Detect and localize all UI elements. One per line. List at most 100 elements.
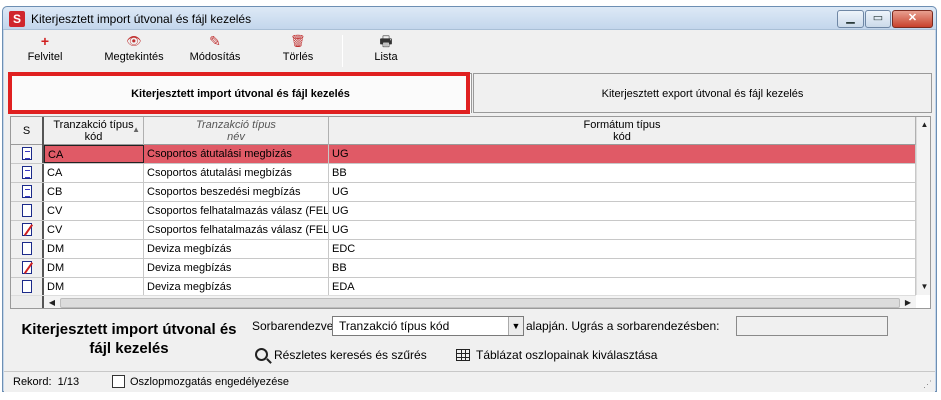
record-counter: Rekord: 1/13 (13, 376, 79, 388)
format-cell: EDC (329, 240, 916, 258)
format-cell: BB (329, 164, 916, 182)
column-header-kod-line2: kód (84, 131, 103, 143)
format-cell: UG (329, 183, 916, 201)
tab-export[interactable]: Kiterjesztett export útvonal és fájl kez… (473, 73, 932, 113)
table-row[interactable]: DM Deviza megbízás BB (11, 259, 916, 278)
scroll-left-icon[interactable]: ◀ (45, 296, 59, 308)
tab-bar: Kiterjesztett import útvonal és fájl kez… (6, 72, 934, 114)
row-status-cell (11, 221, 44, 239)
table-row[interactable]: CA Csoportos átutalási megbízás UG (11, 145, 916, 164)
resize-grip-icon[interactable]: ⋰ (923, 379, 932, 390)
nev-cell: Deviza megbízás (144, 278, 329, 296)
nev-cell: Deviza megbízás (144, 240, 329, 258)
window-title: Kiterjesztett import útvonal és fájl kez… (31, 12, 252, 26)
kod-cell: CV (44, 202, 144, 220)
minimize-button[interactable]: ▁ (837, 10, 864, 28)
scroll-up-icon[interactable]: ▲ (917, 117, 930, 132)
maximize-button[interactable]: ▭ (865, 10, 891, 28)
document-icon (21, 280, 32, 293)
kod-cell: CV (44, 221, 144, 239)
nev-cell: Csoportos felhatalmazás válasz (FELH (144, 202, 329, 220)
kod-cell: DM (44, 240, 144, 258)
nev-cell: Deviza megbízás (144, 259, 329, 277)
scroll-thumb[interactable] (60, 298, 900, 308)
table-row[interactable]: CB Csoportos beszedési megbízás UG (11, 183, 916, 202)
document-lines-icon (21, 147, 32, 160)
printer-icon: 🖶 (379, 33, 393, 49)
format-cell: BB (329, 259, 916, 277)
grid-header: S Tranzakció típus kód ▲ Tranzakció típu… (11, 117, 916, 145)
row-status-cell (11, 145, 44, 163)
record-label: Rekord: (13, 376, 52, 388)
tab-import[interactable]: Kiterjesztett import útvonal és fájl kez… (9, 73, 472, 113)
app-window: S Kiterjesztett import útvonal és fájl k… (2, 6, 937, 392)
scroll-down-icon[interactable]: ▼ (917, 279, 930, 294)
close-button[interactable]: ✕ (892, 10, 933, 28)
megtekintes-label: Megtekintés (104, 51, 164, 63)
detailed-search-label: Részletes keresés és szűrés (274, 348, 427, 362)
status-bar: Rekord: 1/13 Oszlopmozgatás engedélyezés… (4, 371, 935, 392)
background-document-bottom (0, 392, 941, 400)
megtekintes-button[interactable]: 👁 Megtekintés (96, 33, 172, 69)
panel-title: Kiterjesztett import útvonal és fájl kez… (21, 321, 237, 357)
row-status-cell (11, 240, 44, 258)
format-cell: UG (329, 221, 916, 239)
column-move-checkbox[interactable] (112, 375, 125, 388)
sort-ascending-icon: ▲ (132, 125, 140, 134)
nev-cell: Csoportos átutalási megbízás (144, 145, 329, 163)
document-deleted-icon (21, 223, 32, 236)
kod-cell: CA (44, 164, 144, 182)
plus-icon: + (40, 33, 50, 49)
column-select-button[interactable]: Táblázat oszlopainak kiválasztása (456, 348, 657, 362)
jump-input[interactable] (736, 316, 888, 336)
table-row[interactable]: DM Deviza megbízás EDC (11, 240, 916, 259)
row-status-cell (11, 259, 44, 277)
data-grid: S Tranzakció típus kód ▲ Tranzakció típu… (10, 116, 931, 309)
trash-icon: 🗑 (290, 34, 306, 48)
row-status-cell (11, 202, 44, 220)
toolbar-separator (342, 35, 343, 67)
table-row[interactable]: CV Csoportos felhatalmazás válasz (FELH … (11, 202, 916, 221)
nev-cell: Csoportos beszedési megbízás (144, 183, 329, 201)
felvitel-button[interactable]: + Felvitel (22, 33, 68, 69)
eye-icon: 👁 (126, 34, 142, 48)
chevron-down-icon[interactable]: ▼ (508, 317, 523, 335)
sort-select-value: Tranzakció típus kód (339, 319, 450, 333)
column-header-nev[interactable]: Tranzakció típus név (144, 117, 329, 145)
document-lines-icon (21, 166, 32, 179)
column-header-kod[interactable]: Tranzakció típus kód ▲ (44, 117, 144, 145)
scroll-right-icon[interactable]: ▶ (901, 296, 915, 308)
lista-button[interactable]: 🖶 Lista (366, 33, 406, 69)
edit-icon: ✎ (209, 33, 221, 49)
column-header-s[interactable]: S (11, 117, 44, 145)
column-header-nev-line1: Tranzakció típus (196, 119, 276, 131)
horizontal-scrollbar[interactable]: ◀ ▶ (11, 295, 916, 308)
document-icon (21, 204, 32, 217)
row-status-cell (11, 183, 44, 201)
column-select-label: Táblázat oszlopainak kiválasztása (476, 348, 658, 362)
sort-select[interactable]: Tranzakció típus kód ▼ (332, 316, 524, 336)
format-cell: EDA (329, 278, 916, 296)
kod-cell: DM (44, 259, 144, 277)
torles-button[interactable]: 🗑 Törlés (276, 33, 320, 69)
felvitel-label: Felvitel (27, 51, 63, 63)
document-icon (21, 242, 32, 255)
sort-after-label: alapján. Ugrás a sorbarendezésben: (526, 319, 720, 333)
format-cell: UG (329, 145, 916, 163)
scrollbar-lead (11, 296, 44, 308)
detailed-search-button[interactable]: Részletes keresés és szűrés (255, 348, 427, 362)
lista-label: Lista (374, 51, 398, 63)
column-header-kod-line1: Tranzakció típus (53, 119, 134, 131)
modositas-label: Módosítás (189, 51, 241, 63)
table-row[interactable]: CV Csoportos felhatalmazás válasz (FELH … (11, 221, 916, 240)
vertical-scrollbar[interactable]: ▲ ▼ (916, 117, 930, 295)
record-value: 1/13 (57, 376, 80, 388)
modositas-button[interactable]: ✎ Módosítás (184, 33, 246, 69)
search-icon (255, 348, 268, 361)
column-header-format[interactable]: Formátum típus kód (329, 117, 916, 145)
table-row[interactable]: CA Csoportos átutalási megbízás BB (11, 164, 916, 183)
column-header-format-line1: Formátum típus (583, 119, 661, 131)
column-move-toggle[interactable]: Oszlopmozgatás engedélyezése (112, 375, 289, 388)
toolbar: + Felvitel 👁 Megtekintés ✎ Módosítás 🗑 T… (4, 31, 935, 71)
bottom-panel: Kiterjesztett import útvonal és fájl kez… (4, 312, 935, 370)
